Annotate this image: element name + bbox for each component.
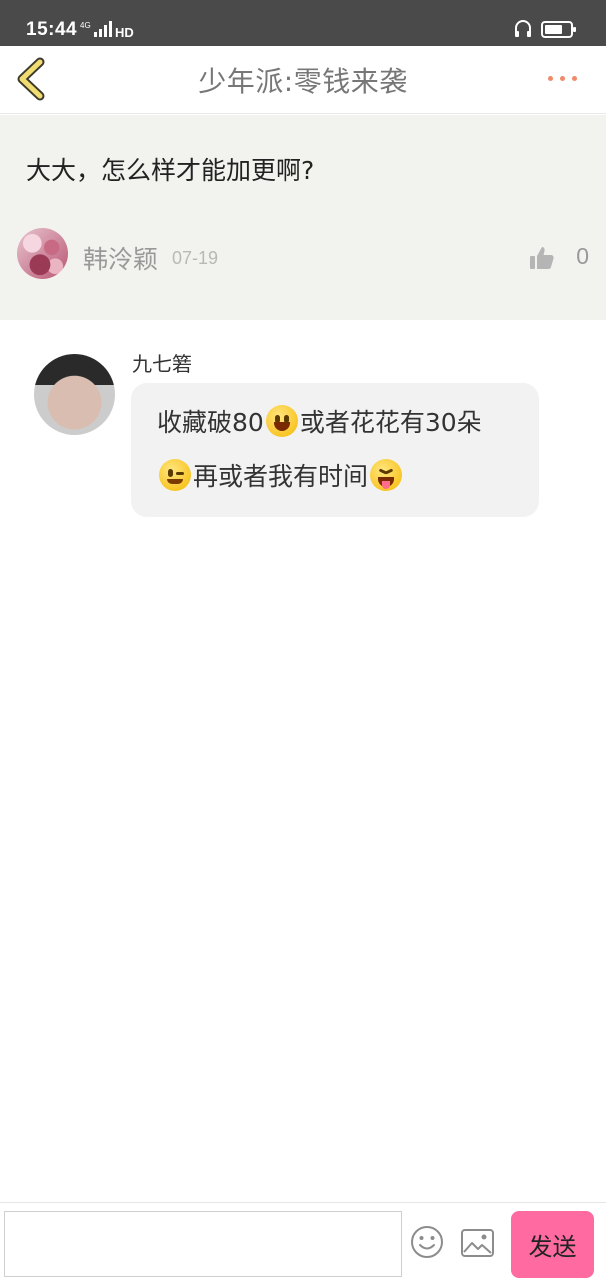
image-icon[interactable] bbox=[461, 1229, 494, 1257]
reply-text-2: 再或者我有时间 bbox=[193, 462, 369, 491]
headphones-icon bbox=[515, 20, 531, 37]
question-text: 大大，怎么样才能加更啊? bbox=[26, 156, 315, 185]
thumbs-up-icon bbox=[530, 247, 554, 269]
emoji-icon[interactable] bbox=[410, 1225, 444, 1259]
post-date: 07-19 bbox=[172, 248, 219, 268]
reply-text-1b: 或者花花有30朵 bbox=[299, 408, 482, 437]
hd-label: HD bbox=[115, 25, 134, 38]
question-panel: 大大，怎么样才能加更啊? 韩泠颖 07-19 0 bbox=[0, 115, 606, 320]
network-label: 4G bbox=[80, 21, 91, 30]
reply-avatar[interactable] bbox=[34, 354, 115, 435]
more-dot bbox=[572, 76, 577, 81]
page-title: 少年派:零钱来袭 bbox=[198, 65, 408, 98]
smile-emoji-icon bbox=[265, 405, 298, 437]
wink-emoji-icon bbox=[159, 459, 191, 491]
reply-author-name: 九七箬 bbox=[132, 352, 192, 376]
author-name[interactable]: 韩泠颖 bbox=[83, 240, 158, 276]
app-screen: 15:44 4G HD 少年派:零钱来袭 大大，怎么样才能加更啊? 韩泠颖 07… bbox=[0, 0, 606, 1280]
like-button[interactable]: 0 bbox=[529, 241, 589, 275]
more-dots-icon bbox=[548, 76, 553, 81]
reply-line-1: 收藏破80 或者花花有30朵 bbox=[157, 403, 482, 439]
more-dot bbox=[560, 76, 565, 81]
send-button[interactable]: 发送 bbox=[511, 1211, 594, 1278]
battery-icon bbox=[541, 21, 576, 38]
author-avatar[interactable] bbox=[17, 228, 68, 279]
status-time: 15:44 bbox=[26, 19, 78, 40]
status-bar: 15:44 4G HD bbox=[0, 0, 606, 46]
reply-bubble: 收藏破80 或者花花有30朵 再或者我有时间 bbox=[131, 383, 539, 517]
signal-icon: 4G HD bbox=[80, 21, 134, 38]
comment-bar: 发送 bbox=[0, 1202, 606, 1280]
tongue-emoji-icon bbox=[370, 459, 403, 491]
status-right-icons bbox=[515, 20, 576, 38]
like-count: 0 bbox=[576, 243, 589, 269]
reply-text-1a: 收藏破80 bbox=[157, 408, 264, 437]
nav-header: 少年派:零钱来袭 bbox=[0, 46, 606, 114]
reply-line-2: 再或者我有时间 bbox=[157, 457, 404, 493]
comment-input[interactable] bbox=[4, 1211, 402, 1277]
more-button[interactable] bbox=[546, 64, 580, 94]
